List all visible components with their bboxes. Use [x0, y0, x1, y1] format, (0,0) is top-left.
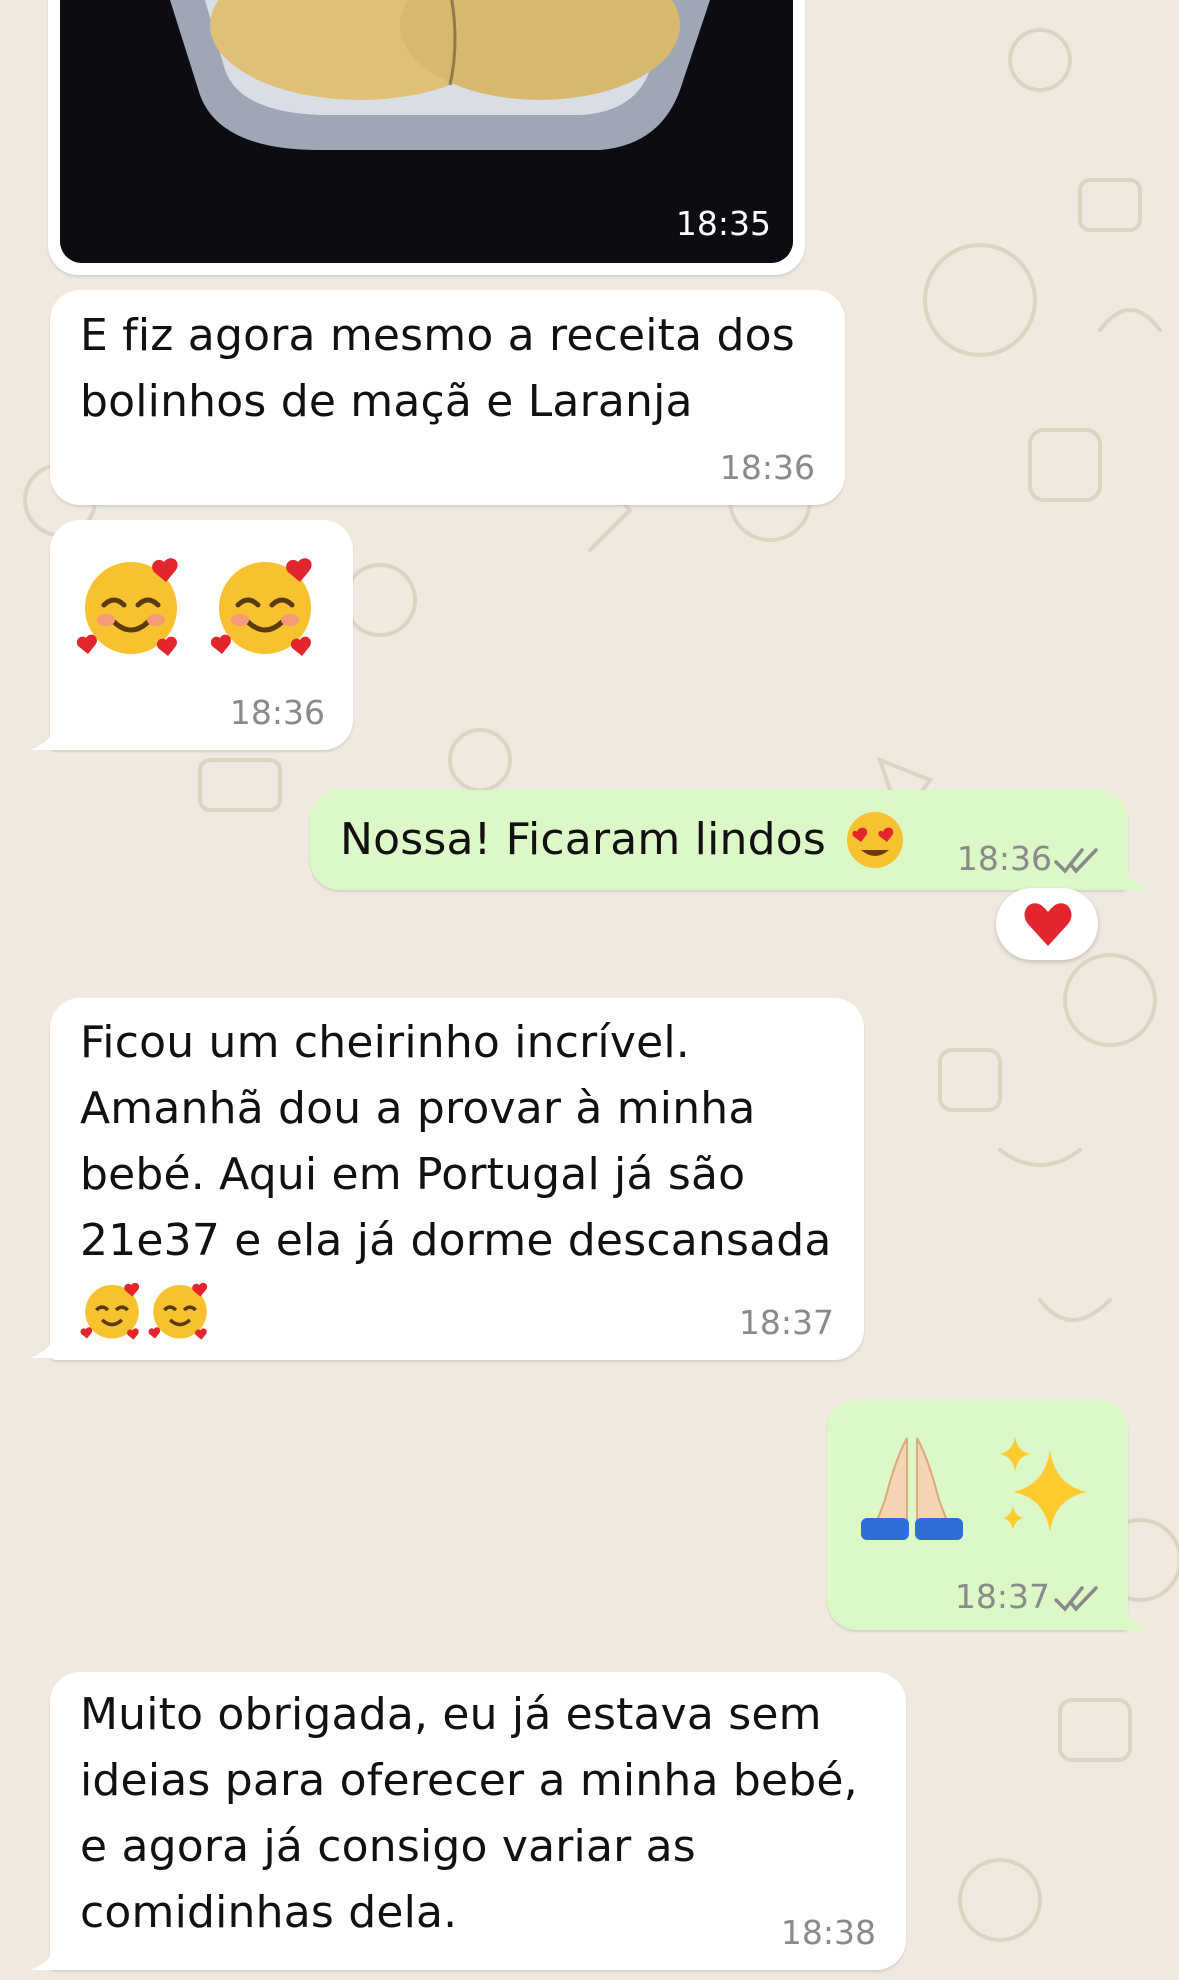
message-time: 18:37	[738, 1303, 834, 1342]
read-receipt-icon	[1054, 848, 1098, 874]
heart-eyes-icon	[847, 812, 903, 868]
message-time: 18:37	[954, 1577, 1050, 1616]
bubble-tail-incoming	[30, 722, 70, 750]
photo-message[interactable]: 18:35	[48, 0, 805, 275]
message-bubble-outgoing[interactable]: 18:37	[827, 1400, 1128, 1630]
smiling-face-with-hearts-icon	[210, 558, 312, 656]
folded-hands-icon	[861, 1437, 963, 1540]
reaction-badge[interactable]	[996, 888, 1098, 960]
smiling-face-with-hearts-icon	[80, 1282, 140, 1340]
message-bubble-outgoing[interactable]: Nossa! Ficaram lindos 18:36	[310, 790, 1128, 890]
sparkles-icon	[999, 1436, 1087, 1532]
message-bubble-incoming[interactable]: 18:36	[50, 520, 353, 750]
message-bubble-incoming[interactable]: Muito obrigada, eu já estava sem ideias …	[50, 1672, 906, 1970]
photo-thumbnail[interactable]: 18:35	[60, 0, 793, 263]
message-text: Muito obrigada, eu já estava sem ideias …	[80, 1689, 858, 1938]
message-time: 18:36	[956, 839, 1052, 878]
message-time: 18:35	[675, 204, 771, 243]
message-text: Nossa! Ficaram lindos	[340, 814, 826, 865]
bubble-tail-outgoing	[1110, 862, 1150, 890]
smiling-face-with-hearts-icon	[76, 558, 178, 656]
message-text: E fiz agora mesmo a receita dos bolinhos…	[80, 310, 795, 427]
read-receipt-icon	[1054, 1586, 1098, 1612]
message-bubble-incoming[interactable]: Ficou um cheirinho incrível. Amanhã dou …	[50, 998, 864, 1360]
smiling-face-with-hearts-icon	[148, 1282, 208, 1340]
bubble-tail-incoming	[30, 1942, 70, 1970]
red-heart-icon	[1024, 903, 1072, 946]
message-time: 18:36	[719, 448, 815, 487]
message-time: 18:36	[229, 693, 325, 732]
bubble-tail-outgoing	[1110, 1602, 1150, 1630]
bubble-tail-incoming	[30, 1330, 70, 1358]
message-bubble-incoming[interactable]: E fiz agora mesmo a receita dos bolinhos…	[50, 290, 845, 505]
message-time: 18:38	[780, 1913, 876, 1952]
message-text: Ficou um cheirinho incrível. Amanhã dou …	[80, 1017, 832, 1266]
